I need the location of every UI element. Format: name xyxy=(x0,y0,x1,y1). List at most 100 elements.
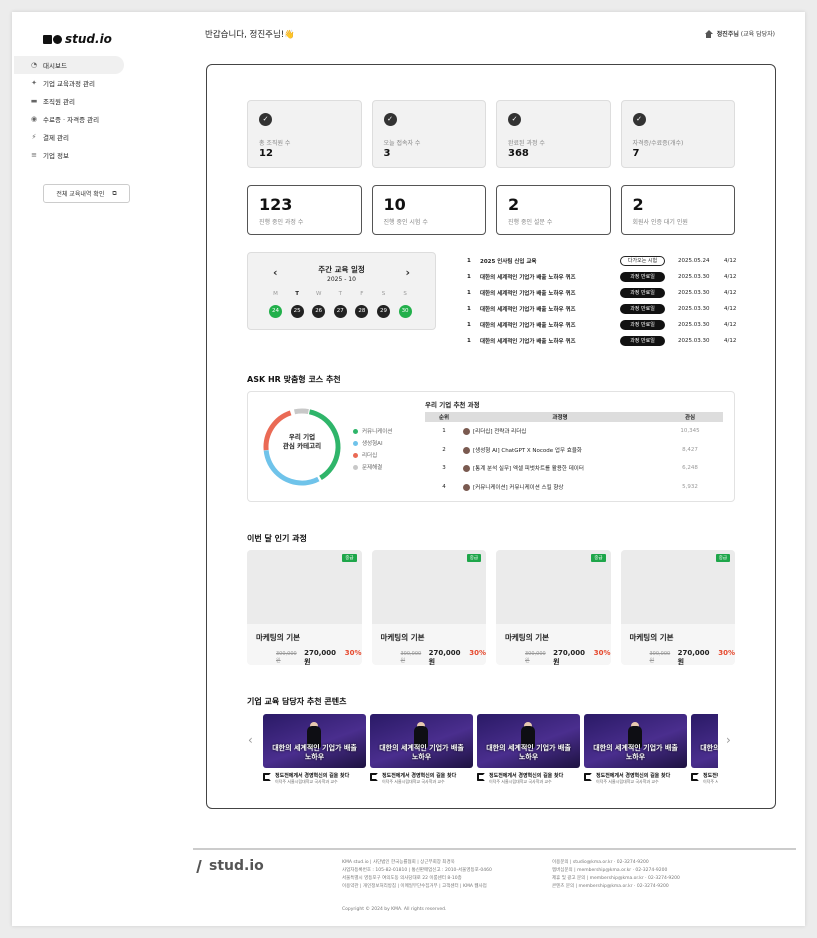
video-card[interactable]: 대한의 세계적인 기업가 배출 노하우정도전에게서 경영혁신의 길을 찾다이덕주… xyxy=(691,714,718,785)
member-icon: ▬ xyxy=(30,97,38,105)
row-name-cell: [통계 분석 실무] 엑셀 피벗차트를 활용한 데이터 xyxy=(463,464,657,473)
video-title: 정도전에게서 경영혁신의 길을 찾다 xyxy=(275,773,350,779)
video-info: 정도전에게서 경영혁신의 길을 찾다이덕주 서울시립대학교 국사학과 교수 xyxy=(263,772,366,785)
old-price: 300,000원 xyxy=(649,651,671,664)
calendar-date[interactable]: 27 xyxy=(333,305,347,318)
course-card[interactable]: 중급 마케팅의 기본 300,000원 270,000원 30% xyxy=(247,550,362,665)
col-views: 관심 xyxy=(684,415,696,421)
table-row[interactable]: 3 [통계 분석 실무] 엑셀 피벗차트를 활용한 데이터 6,248 xyxy=(425,459,723,478)
stat-label: 자격증/수료증(개수) xyxy=(632,140,684,147)
sidebar-item-2[interactable]: ▬ 조직원 관리 xyxy=(14,92,124,110)
footer-line: 사업자등록번호 : 105-82-01810 | 통신판매업신고 : 2010-… xyxy=(342,868,492,873)
calendar-date[interactable]: 26 xyxy=(312,305,326,318)
recommend-carousel: 대한의 세계적인 기업가 배출 노하우 정도전에게서 경영혁신의 길을 찾다 이덕주… xyxy=(263,714,718,791)
row-views: 5,932 xyxy=(682,483,698,490)
external-link-icon: ⧉ xyxy=(112,189,117,197)
donut-legend: 커뮤니케이션 생성형AI 리더십 문제해결 xyxy=(353,425,392,473)
video-text: 정도전에게서 경영혁신의 길을 찾다이덕주 서울시립대학교 국사학과 교수 xyxy=(275,772,349,785)
price: 270,000원 xyxy=(553,649,586,665)
video-thumbnail: 대한의 세계적인 기업가 배출 노하우 xyxy=(477,714,580,768)
video-card[interactable]: 대한의 세계적인 기업가 배출 노하우정도전에게서 경영혁신의 길을 찾다이덕주… xyxy=(263,714,366,785)
calendar-date[interactable]: 30 xyxy=(398,305,412,318)
old-price: 300,000원 xyxy=(276,651,297,664)
dashboard-icon: ◔ xyxy=(30,61,38,69)
course-card[interactable]: 중급마케팅의 기본 300,000원 270,000원 30% xyxy=(496,550,611,665)
schedule-end: 4/12 xyxy=(724,322,737,328)
schedule-row[interactable]: 1 대한의 세계적인 기업가 배출 노하우 퀴즈 과정 만료일 2025.03.30 4… xyxy=(467,317,737,333)
schedule-row[interactable]: 1 대한의 세계적인 기업가 배출 노하우 퀴즈 과정 만료일 2025.03.30 4… xyxy=(467,301,737,317)
schedule-badge: 과정 만료일 xyxy=(620,288,665,298)
donut-label: 우리 기업 관심 카테고리 xyxy=(261,433,343,451)
donut-label-line1: 우리 기업 xyxy=(288,433,316,441)
course-card[interactable]: 중급 마케팅의 기본 300,000원 270,000원 30% xyxy=(371,550,486,665)
next-arrow-icon[interactable]: › xyxy=(726,733,731,747)
schedule-badge: 과정 만료일 xyxy=(620,320,665,330)
row-name: [통계 분석 실무] 엑셀 피벗차트를 활용한 데이터 xyxy=(473,466,584,473)
video-card[interactable]: 대한의 세계적인 기업가 배출 노하우정도전에게서 경영혁신의 길을 찾다이덕주… xyxy=(370,714,473,785)
prev-arrow-icon[interactable]: ‹ xyxy=(248,733,253,747)
history-button[interactable]: 전체 교육내역 확인 ⧉ xyxy=(43,184,130,203)
schedule-end: 4/12 xyxy=(724,306,737,312)
course-card[interactable]: 중급 마케팅의 기본 300,000원 270,000원 30% xyxy=(620,550,736,665)
sidebar-item-3[interactable]: ◉ 수료증 · 자격증 관리 xyxy=(14,110,124,128)
user-info[interactable]: 정진주님 (교육 담당자) xyxy=(704,29,775,38)
user-role: (교육 담당자) xyxy=(740,31,775,38)
schedule-rank: 1 xyxy=(467,274,471,280)
course-price: 300,000원 270,000원 30% xyxy=(650,649,736,665)
schedule-row[interactable]: 1 대한의 세계적인 기업가 배출 노하우 퀴즈 과정 만료일 2025.03.30 4… xyxy=(467,269,737,285)
legend-label: 문제해결 xyxy=(362,465,383,471)
stats-top: ✓ 총 조직원 수 12 ✓ 오늘 접속자 수 3 ✓ 완료된 과정 수 368 ✓ 자격증/수료증… xyxy=(247,100,735,168)
footer-line: 서울특별시 영등포구 여의도동 의사당대로 22 이룸센터 8-10층 xyxy=(342,876,462,881)
schedule-row[interactable]: 1 대한의 세계적인 기업가 배출 노하우 퀴즈 과정 만료일 2025.03.30 4… xyxy=(467,285,737,301)
stat-label: 오늘 접속자 수 xyxy=(383,140,421,147)
schedule-title: 대한의 세계적인 기업가 배출 노하우 퀴즈 xyxy=(480,291,576,297)
row-name: [생성형 AI] ChatGPT X Nocode 업무 효율화 xyxy=(473,447,582,454)
course-price: 300,000원 270,000원 30% xyxy=(525,649,611,665)
sidebar-item-4[interactable]: ⚡ 결제 관리 xyxy=(14,128,124,146)
col-rank: 순위 xyxy=(438,415,450,421)
calendar-weekday: F xyxy=(360,291,364,297)
table-row[interactable]: 2 [생성형 AI] ChatGPT X Nocode 업무 효율화 8,427 xyxy=(425,441,723,460)
calendar-date[interactable]: 24 xyxy=(269,305,282,318)
video-card[interactable]: 대한의 세계적인 기업가 배출 노하우정도전에게서 경영혁신의 길을 찾다이덕주… xyxy=(584,714,687,785)
footer-company-info: KMA stud.io | 사단법인 한국능률협회 | 상근부회장 최경욱 사업자… xyxy=(342,859,492,891)
stat-label: 진행 중인 과정 수 xyxy=(259,219,304,226)
channel-logo-icon xyxy=(263,773,271,781)
video-text: 정도전에게서 경영혁신의 길을 찾다이덕주 서울시립대학교 국사학과 교수 xyxy=(382,772,456,785)
calendar-date[interactable]: 28 xyxy=(355,305,369,318)
brand-logo[interactable]: stud.io xyxy=(43,32,112,46)
stat-card: 2 회원사 인증 대기 인원 xyxy=(620,185,735,235)
footer: stud.io KMA stud.io | 사단법인 한국능률협회 | 상근부회… xyxy=(193,848,796,912)
calendar-date[interactable]: 29 xyxy=(376,305,390,318)
avatar xyxy=(463,446,470,454)
sidebar-item-1[interactable]: ✦ 기업 교육과정 관리 xyxy=(14,74,124,92)
schedule-title: 대한의 세계적인 기업가 배출 노하우 퀴즈 xyxy=(480,275,576,281)
table-row[interactable]: 4 [커뮤니케이션] 커뮤니케이션 스킬 향상 5,932 xyxy=(425,478,723,497)
calendar-date[interactable]: 25 xyxy=(290,305,304,318)
video-thumbnail: 대한의 세계적인 기업가 배출 노하우 xyxy=(263,714,366,768)
level-badge: 중급 xyxy=(591,554,606,562)
schedule-title: 대한의 세계적인 기업가 배출 노하우 퀴즈 xyxy=(480,307,576,313)
schedule-start: 2025.05.24 xyxy=(678,258,710,264)
avatar xyxy=(463,465,470,473)
video-title: 정도전에게서 경영혁신의 길을 찾다 xyxy=(596,773,671,779)
schedule-title: 대한의 세계적인 기업가 배출 노하우 퀴즈 xyxy=(480,323,576,329)
video-card[interactable]: 대한의 세계적인 기업가 배출 노하우정도전에게서 경영혁신의 길을 찾다이덕주… xyxy=(477,714,580,785)
row-name-cell: [리더십] 전략과 리더십 xyxy=(463,427,657,436)
sidebar-item-5[interactable]: ≡ 기업 정보 xyxy=(14,146,124,164)
channel-logo-icon xyxy=(370,773,378,781)
video-text: 정도전에게서 경영혁신의 길을 찾다이덕주 서울시립대학교 국사학과 교수 xyxy=(596,772,670,785)
schedule-row[interactable]: 1 2025 인사팀 신입 교육 다가오는 시험 2025.05.24 4/12 xyxy=(467,253,737,269)
footer-line: 이용약관 | 개인정보처리방침 | 이메일무단수집거부 | 고객센터 | KMA… xyxy=(342,884,487,889)
video-desc: 이덕주 서울시립대학교 국사학과 교수 xyxy=(382,779,445,784)
footer-line: 제휴 및 광고 문의 | membership@kma.or.kr · 02-3… xyxy=(552,876,680,881)
level-badge: 중급 xyxy=(342,554,357,562)
schedule-row[interactable]: 1 대한의 세계적인 기업가 배출 노하우 퀴즈 과정 만료일 2025.03.30 4… xyxy=(467,333,737,349)
course-title: 마케팅의 기본 xyxy=(505,633,550,642)
table-row[interactable]: 1 [리더십] 전략과 리더십 10,345 xyxy=(425,422,723,441)
sidebar-item-0[interactable]: ◔ 대시보드 xyxy=(14,56,124,74)
price: 270,000원 xyxy=(677,649,710,665)
legend-dot-icon xyxy=(353,428,358,434)
footer-logo-icon xyxy=(196,859,209,873)
logo-mark-icon xyxy=(43,34,62,44)
